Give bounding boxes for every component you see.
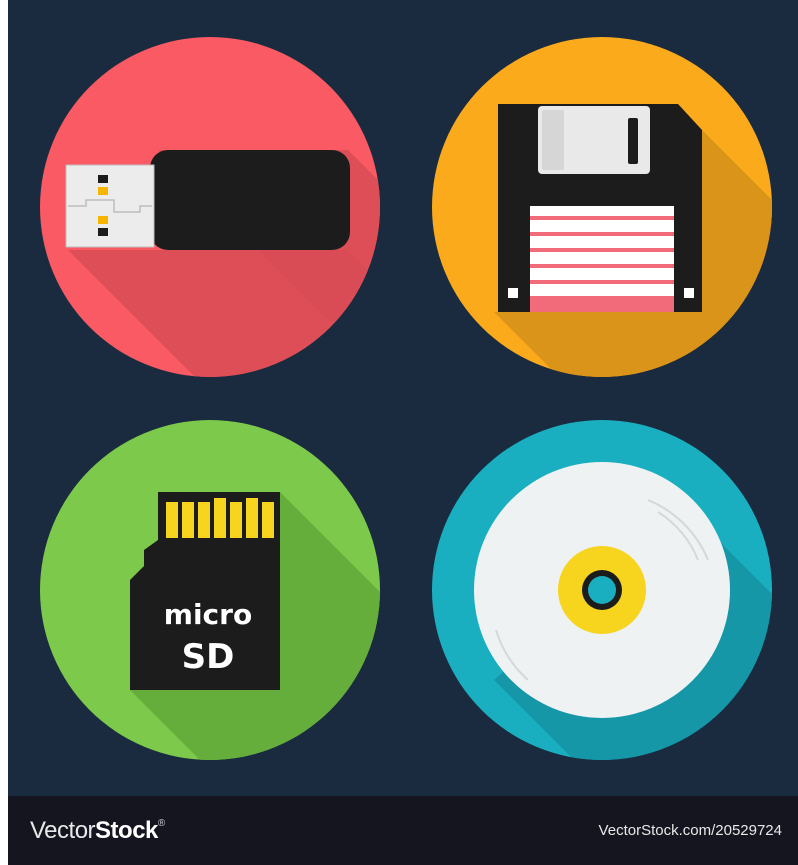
micro-sd-card-icon: micro SD — [40, 420, 380, 760]
icon-artwork: micro SD — [40, 37, 772, 760]
image-frame: micro SD VectorStock® VectorStock.com/20… — [0, 0, 798, 865]
watermark-bar: VectorStock® VectorStock.com/20529724 — [8, 796, 798, 865]
optical-disc-icon — [432, 420, 772, 760]
microsd-contacts — [166, 498, 274, 538]
usb-body — [150, 150, 350, 250]
floppy-disk-icon — [432, 37, 772, 377]
icon-grid: micro SD — [8, 0, 798, 796]
disc-hole — [588, 576, 616, 604]
brand-light: Vector — [30, 817, 96, 844]
brand-bold: Stock — [95, 817, 158, 844]
microsd-label-sd: SD — [182, 637, 235, 677]
vectorstock-logo: VectorStock® — [30, 816, 165, 846]
stock-url: VectorStock.com/20529724 — [598, 822, 782, 839]
registered-mark: ® — [157, 818, 165, 829]
microsd-label-micro: micro — [164, 598, 252, 631]
